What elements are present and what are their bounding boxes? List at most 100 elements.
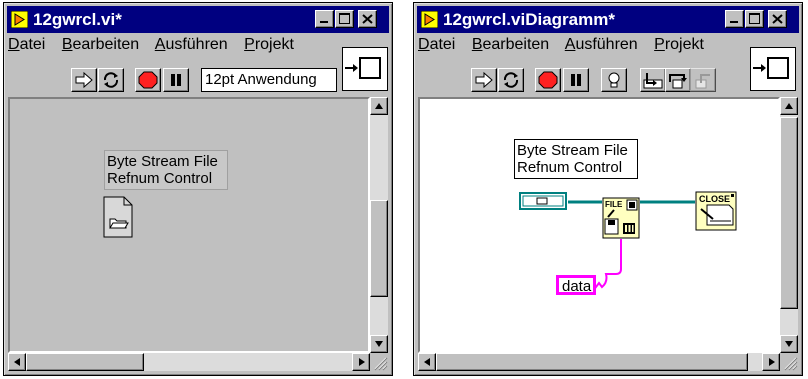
font-selector[interactable]: 12pt Anwendung	[201, 68, 337, 92]
data-constant-text: data	[562, 278, 592, 295]
block-diagram-window: 12gwrcl.viDiagramm* Datei Bearbeiten Aus…	[413, 2, 803, 376]
stop-icon	[138, 71, 158, 89]
abort-button[interactable]	[535, 68, 561, 92]
close-file-node[interactable]: CLOSE	[695, 191, 737, 231]
down-arrow-icon	[785, 341, 793, 347]
vi-icon	[421, 11, 438, 28]
minimize-button[interactable]	[315, 10, 334, 28]
horizontal-scroll-thumb[interactable]	[436, 353, 748, 371]
scroll-up-button[interactable]	[780, 97, 798, 115]
step-out-button[interactable]	[690, 68, 716, 92]
scroll-up-button[interactable]	[370, 97, 388, 115]
terminal-label-box: Byte Stream File Refnum Control	[514, 139, 638, 179]
control-label-box: Byte Stream File Refnum Control	[104, 150, 228, 190]
control-label-line2: Refnum Control	[107, 170, 213, 187]
window-title: 12gwrcl.viDiagramm*	[443, 10, 615, 29]
resize-grip-icon	[784, 357, 798, 371]
menu-bearbeiten[interactable]: Bearbeiten	[472, 36, 549, 53]
menu-bar: Datei Bearbeiten Ausführen Projekt	[8, 36, 306, 60]
scroll-left-button[interactable]	[8, 353, 26, 371]
close-file-icon: CLOSE	[695, 191, 737, 231]
write-file-node[interactable]: FILE	[602, 197, 640, 239]
menu-ausfuehren[interactable]: Ausführen	[155, 36, 228, 53]
step-into-icon	[643, 73, 663, 89]
step-out-icon	[695, 74, 710, 89]
menu-bearbeiten[interactable]: Bearbeiten	[62, 36, 139, 53]
connector-icon	[753, 57, 789, 79]
horizontal-scrollbar[interactable]	[8, 353, 370, 371]
menu-ausfuehren[interactable]: Ausführen	[565, 36, 638, 53]
scroll-down-button[interactable]	[370, 335, 388, 353]
close-icon	[772, 14, 783, 24]
left-arrow-icon	[14, 358, 20, 366]
run-arrow-icon	[75, 71, 93, 89]
front-panel-canvas[interactable]: Byte Stream File Refnum Control	[8, 97, 370, 353]
resize-grip-icon	[374, 357, 388, 371]
pause-button[interactable]	[163, 68, 189, 92]
abort-button[interactable]	[135, 68, 161, 92]
terminal-label-line2: Refnum Control	[517, 159, 623, 176]
refnum-terminal-icon	[519, 192, 567, 210]
pause-icon	[171, 74, 181, 86]
run-arrow-icon	[475, 71, 493, 89]
scroll-left-button[interactable]	[418, 353, 436, 371]
step-over-button[interactable]	[665, 68, 691, 92]
run-continuously-icon	[503, 72, 519, 88]
write-file-text: FILE	[605, 200, 623, 209]
run-continuously-icon	[103, 72, 119, 88]
vertical-scrollbar[interactable]	[780, 97, 798, 353]
scroll-down-button[interactable]	[780, 335, 798, 353]
data-string-constant[interactable]: data	[556, 275, 596, 295]
horizontal-scrollbar[interactable]	[418, 353, 780, 371]
horizontal-scroll-thumb[interactable]	[26, 353, 144, 371]
maximize-button[interactable]	[745, 10, 764, 28]
refnum-control[interactable]	[103, 196, 133, 238]
up-arrow-icon	[375, 103, 383, 109]
right-arrow-icon	[359, 358, 365, 366]
menu-datei[interactable]: Datei	[8, 36, 45, 53]
pause-button[interactable]	[563, 68, 589, 92]
window-title: 12gwrcl.vi*	[33, 10, 122, 29]
front-panel-window: 12gwrcl.vi* Datei Bearbeiten Ausführen P…	[3, 2, 393, 376]
connector-pane[interactable]	[750, 47, 796, 91]
title-bar[interactable]: 12gwrcl.viDiagramm*	[417, 6, 799, 33]
lightbulb-icon	[608, 72, 620, 88]
title-bar[interactable]: 12gwrcl.vi*	[7, 6, 389, 33]
minimize-button[interactable]	[725, 10, 744, 28]
menu-projekt[interactable]: Projekt	[244, 36, 294, 53]
run-continuously-button[interactable]	[98, 68, 124, 92]
vertical-scroll-thumb[interactable]	[370, 200, 388, 297]
step-into-button[interactable]	[640, 68, 666, 92]
step-over-icon	[669, 74, 687, 89]
connector-icon	[345, 57, 381, 79]
right-arrow-icon	[769, 358, 775, 366]
menu-bar: Datei Bearbeiten Ausführen Projekt	[418, 36, 716, 60]
scroll-right-button[interactable]	[762, 353, 780, 371]
scroll-right-button[interactable]	[352, 353, 370, 371]
size-grip[interactable]	[780, 353, 798, 371]
down-arrow-icon	[375, 341, 383, 347]
vi-icon	[11, 11, 28, 28]
connector-pane[interactable]	[342, 47, 388, 91]
close-button[interactable]	[768, 10, 787, 28]
control-label-line1: Byte Stream File	[107, 153, 218, 170]
write-file-icon: FILE	[602, 197, 640, 239]
menu-datei[interactable]: Datei	[418, 36, 455, 53]
size-grip[interactable]	[370, 353, 388, 371]
left-arrow-icon	[424, 358, 430, 366]
block-diagram-canvas[interactable]: Byte Stream File Refnum Control FILE CLO…	[418, 97, 780, 353]
refnum-terminal[interactable]	[519, 192, 567, 210]
stop-icon	[538, 71, 558, 89]
close-button[interactable]	[358, 10, 377, 28]
file-refnum-icon	[103, 196, 133, 238]
maximize-button[interactable]	[335, 10, 354, 28]
run-button[interactable]	[71, 68, 97, 92]
terminal-label-line1: Byte Stream File	[517, 142, 628, 159]
pause-icon	[571, 74, 581, 86]
menu-projekt[interactable]: Projekt	[654, 36, 704, 53]
run-button[interactable]	[471, 68, 497, 92]
vertical-scrollbar[interactable]	[370, 97, 388, 353]
vertical-scroll-thumb[interactable]	[780, 117, 798, 309]
highlight-execution-button[interactable]	[601, 68, 627, 92]
run-continuously-button[interactable]	[498, 68, 524, 92]
